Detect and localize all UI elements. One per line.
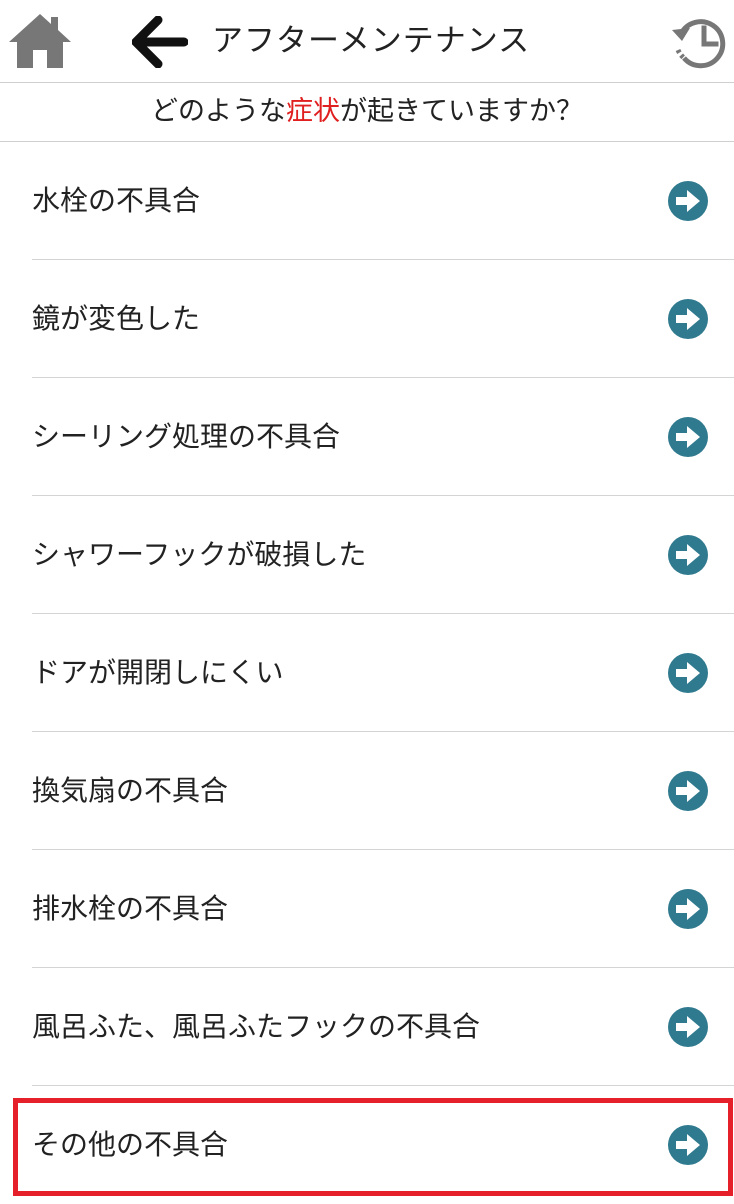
prompt-text-highlight: 症状 xyxy=(286,96,340,127)
back-button[interactable] xyxy=(131,15,189,69)
list-item-label: 排水栓の不具合 xyxy=(32,892,229,925)
arrow-right-circle-icon xyxy=(668,771,708,811)
symptom-list: 水栓の不具合 鏡が変色した シーリング処理の不具合 シャワーフックが破損した ド… xyxy=(0,142,734,1204)
list-item-label: シーリング処理の不具合 xyxy=(32,420,341,453)
list-item-label: ドアが開閉しにくい xyxy=(32,656,284,689)
list-item-label: 風呂ふた、風呂ふたフックの不具合 xyxy=(32,1010,481,1043)
list-item-label: 換気扇の不具合 xyxy=(32,774,229,807)
history-clock-icon xyxy=(672,19,726,69)
list-item-shower-hook[interactable]: シャワーフックが破損した xyxy=(0,496,734,614)
arrow-left-icon xyxy=(131,15,189,69)
list-item-bath-lid[interactable]: 風呂ふた、風呂ふたフックの不具合 xyxy=(0,968,734,1086)
prompt-text-after: が起きていますか？ xyxy=(340,96,583,127)
list-item-faucet[interactable]: 水栓の不具合 xyxy=(0,142,734,260)
prompt-text-before: どのような xyxy=(151,96,286,127)
arrow-right-circle-icon xyxy=(668,1125,708,1165)
arrow-right-circle-icon xyxy=(668,417,708,457)
list-item-drain-plug[interactable]: 排水栓の不具合 xyxy=(0,850,734,968)
list-item-ventilation-fan[interactable]: 換気扇の不具合 xyxy=(0,732,734,850)
list-item-mirror[interactable]: 鏡が変色した xyxy=(0,260,734,378)
home-icon xyxy=(9,14,71,68)
arrow-right-circle-icon xyxy=(668,299,708,339)
arrow-right-circle-icon xyxy=(668,653,708,693)
arrow-right-circle-icon xyxy=(668,181,708,221)
symptom-question: どのような症状が起きていますか？ xyxy=(0,83,734,142)
page-title: アフターメンテナンス xyxy=(212,23,531,59)
list-item-label: 鏡が変色した xyxy=(32,302,201,335)
list-item-label: シャワーフックが破損した xyxy=(32,538,367,571)
arrow-right-circle-icon xyxy=(668,535,708,575)
app-header: アフターメンテナンス xyxy=(0,0,734,83)
history-button[interactable] xyxy=(668,10,732,74)
arrow-right-circle-icon xyxy=(668,1007,708,1047)
home-button[interactable] xyxy=(7,12,73,70)
list-item-other[interactable]: その他の不具合 xyxy=(0,1086,734,1204)
arrow-right-circle-icon xyxy=(668,889,708,929)
list-item-sealing[interactable]: シーリング処理の不具合 xyxy=(0,378,734,496)
list-item-door[interactable]: ドアが開閉しにくい xyxy=(0,614,734,732)
list-item-label: その他の不具合 xyxy=(32,1128,229,1161)
list-item-label: 水栓の不具合 xyxy=(32,184,201,217)
